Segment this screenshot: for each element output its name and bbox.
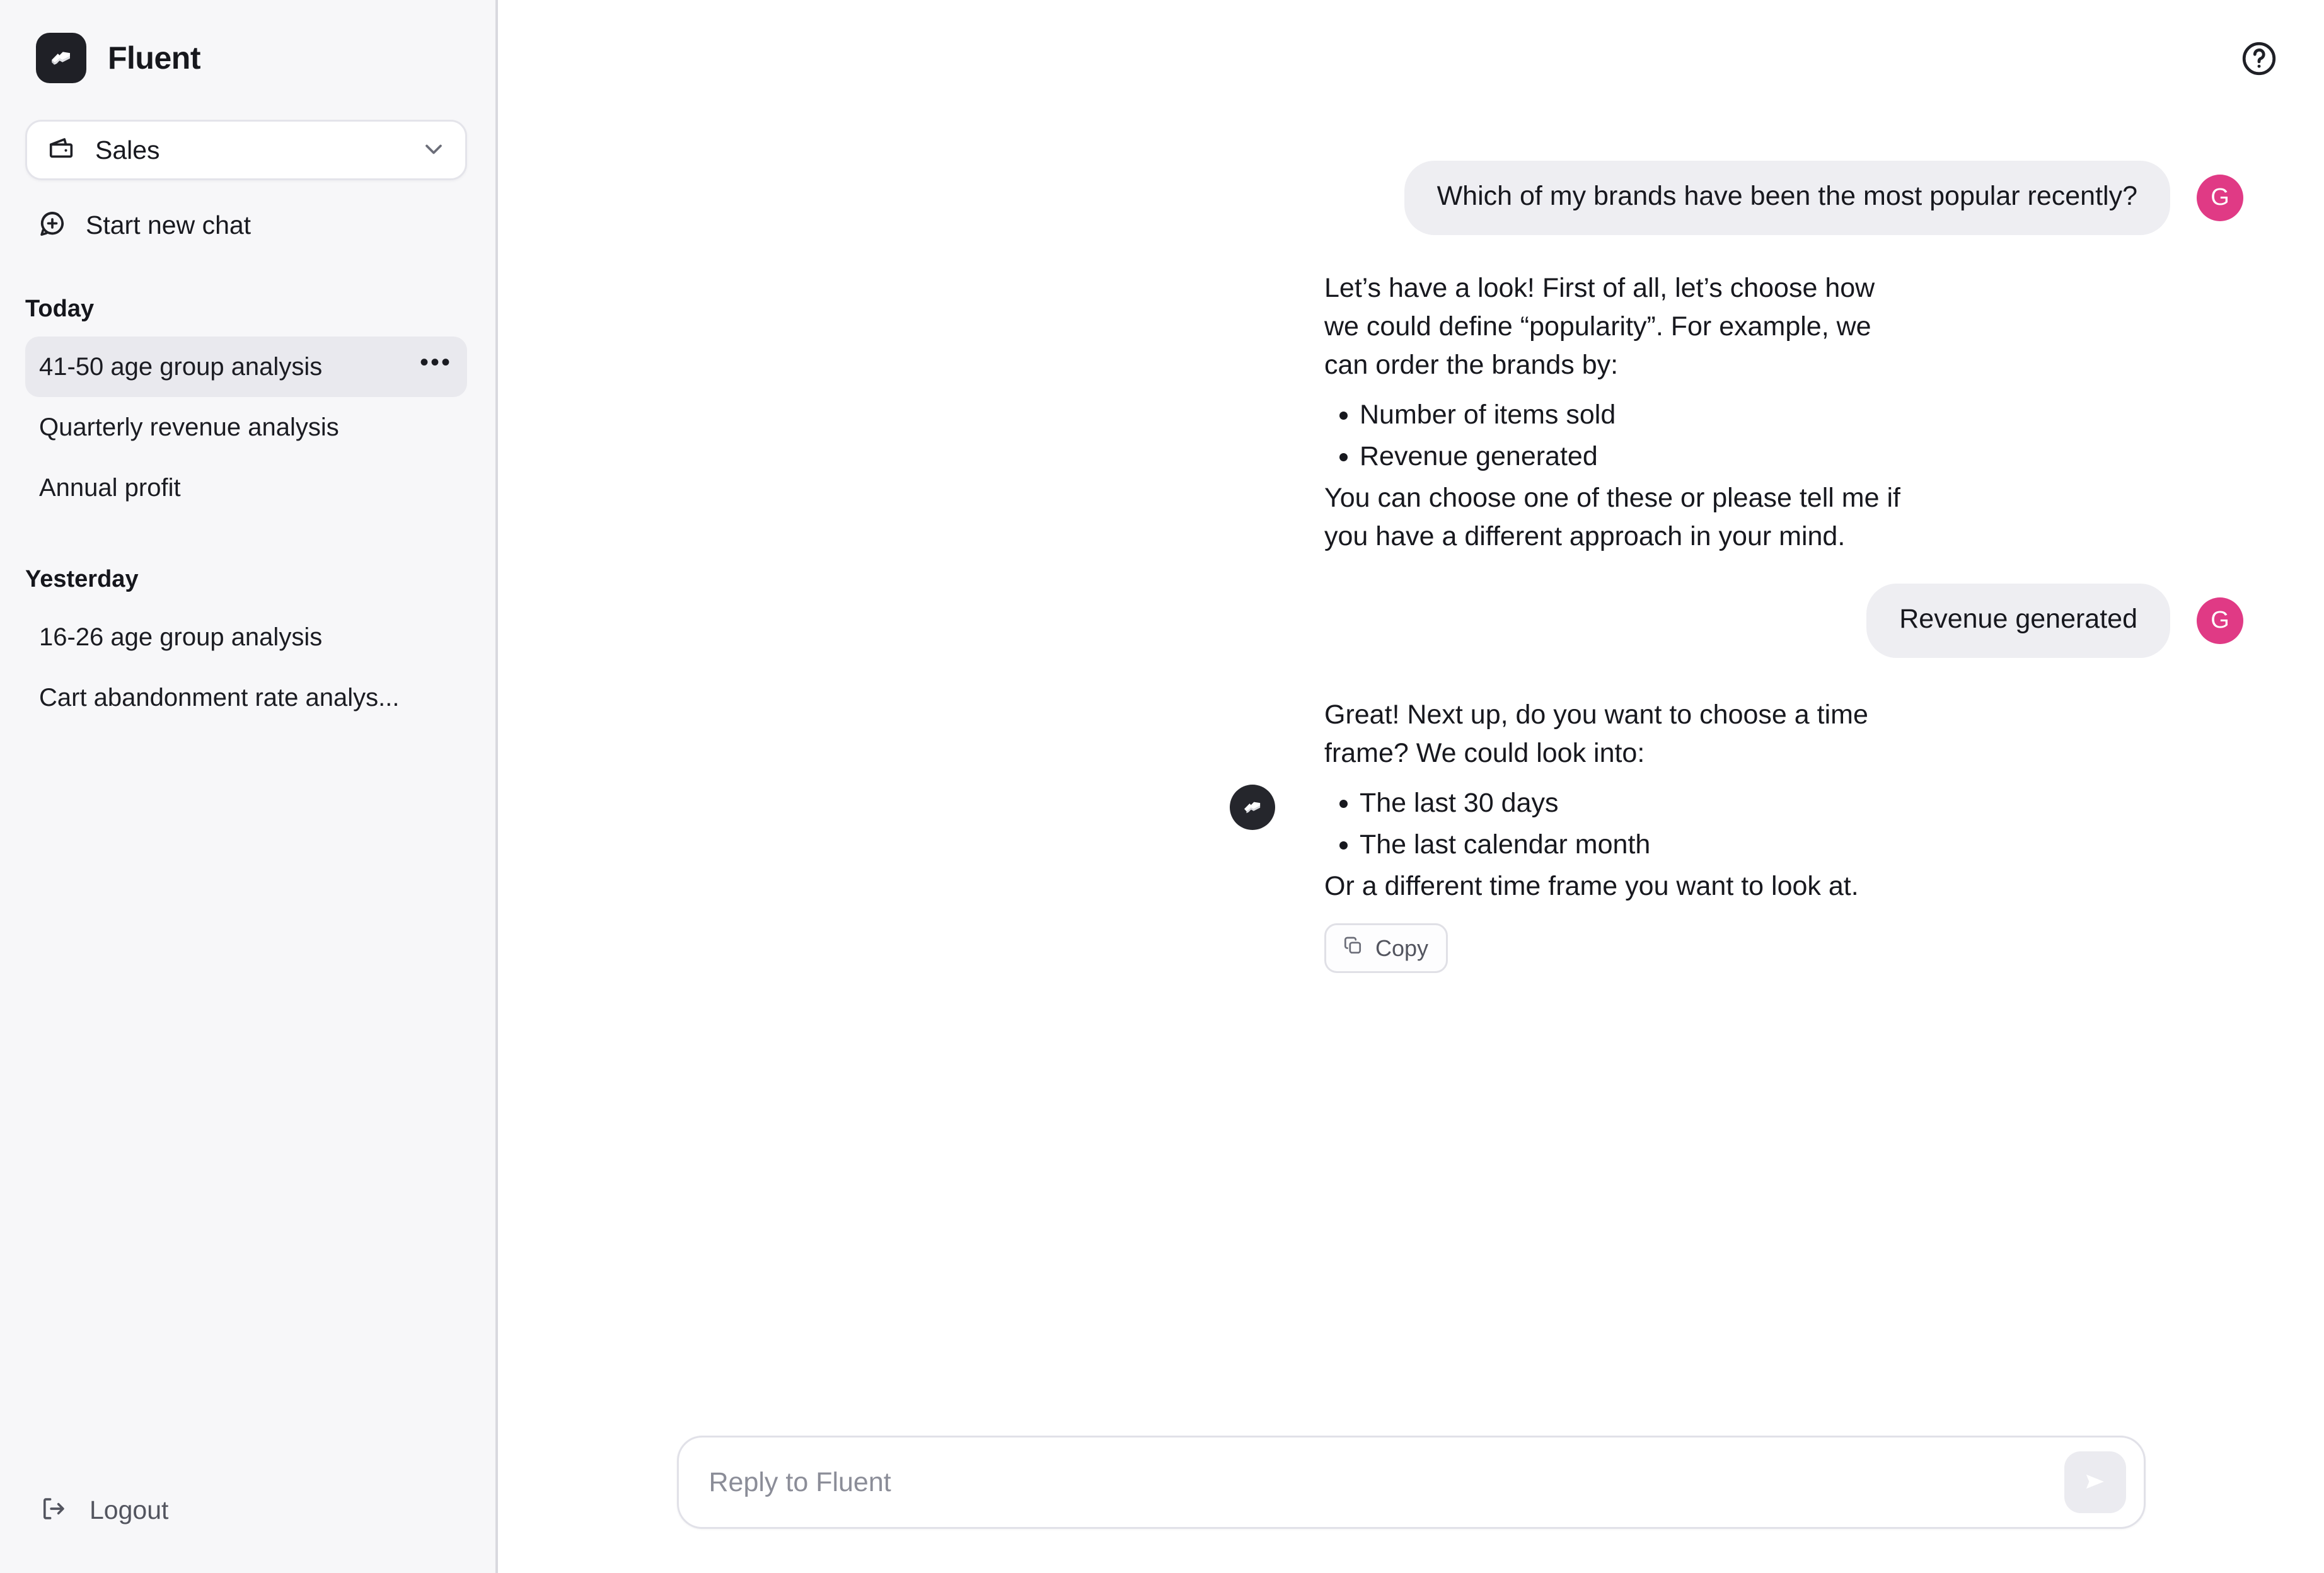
- start-new-chat-label: Start new chat: [86, 210, 251, 239]
- assistant-message-body: Great! Next up, do you want to choose a …: [498, 696, 1916, 974]
- message-user: Which of my brands have been the most po…: [498, 161, 2324, 235]
- message-assistant: Great! Next up, do you want to choose a …: [498, 696, 2324, 974]
- user-message-bubble: Which of my brands have been the most po…: [1404, 161, 2170, 235]
- list-item: The last 30 days: [1360, 784, 1916, 822]
- chat-item-annual-profit[interactable]: Annual profit: [25, 458, 467, 518]
- chat-item-title: Cart abandonment rate analys...: [39, 683, 400, 712]
- list-item: Number of items sold: [1360, 396, 1916, 434]
- avatar: G: [2197, 174, 2243, 221]
- assistant-bullet-list: Number of items sold Revenue generated: [1324, 396, 1916, 476]
- app-root: Fluent Sales Start new chat Today 41-50 …: [0, 0, 2324, 1573]
- logout-label: Logout: [90, 1495, 169, 1524]
- workspace-selector[interactable]: Sales: [25, 120, 467, 180]
- main-panel: Which of my brands have been the most po…: [498, 0, 2324, 1573]
- list-item: Revenue generated: [1360, 437, 1916, 476]
- send-button[interactable]: [2064, 1451, 2126, 1513]
- assistant-block: Great! Next up, do you want to choose a …: [498, 696, 1916, 974]
- chat-list-yesterday: 16-26 age group analysis Cart abandonmen…: [0, 607, 495, 728]
- chat-item-41-50-age-group-analysis[interactable]: 41-50 age group analysis •••: [25, 337, 467, 397]
- assistant-message-body: Let’s have a look! First of all, let’s c…: [498, 269, 1916, 556]
- assistant-intro-text: Let’s have a look! First of all, let’s c…: [1324, 272, 1875, 380]
- chat-item-title: 16-26 age group analysis: [39, 623, 323, 651]
- send-icon: [2079, 1466, 2111, 1499]
- composer[interactable]: [676, 1436, 2146, 1529]
- chat-item-16-26-age-group-analysis[interactable]: 16-26 age group analysis: [25, 607, 467, 667]
- chat-item-title: Annual profit: [39, 473, 181, 502]
- app-title: Fluent: [108, 40, 200, 76]
- assistant-outro-text: You can choose one of these or please te…: [1324, 482, 1900, 552]
- chat-item-cart-abandonment-rate-analysis[interactable]: Cart abandonment rate analys...: [25, 667, 467, 728]
- chevron-down-icon[interactable]: [420, 135, 448, 166]
- wallet-icon: [47, 134, 76, 166]
- user-message-bubble: Revenue generated: [1866, 584, 2170, 658]
- composer-area: [498, 1436, 2324, 1573]
- assistant-intro-text: Great! Next up, do you want to choose a …: [1324, 699, 1868, 768]
- workspace-label: Sales: [95, 135, 160, 164]
- sidebar: Fluent Sales Start new chat Today 41-50 …: [0, 0, 498, 1573]
- section-label-yesterday: Yesterday: [25, 566, 139, 592]
- ellipsis-icon[interactable]: •••: [420, 350, 452, 379]
- message-assistant: Let’s have a look! First of all, let’s c…: [498, 269, 2324, 830]
- copy-button[interactable]: Copy: [1324, 923, 1448, 974]
- brand: Fluent: [0, 0, 495, 83]
- avatar: G: [2197, 597, 2243, 644]
- fluent-chart-logo-icon: [36, 33, 86, 83]
- message-user: Revenue generated G: [498, 584, 2324, 658]
- copy-icon: [1341, 934, 1364, 962]
- start-new-chat-button[interactable]: Start new chat: [38, 203, 391, 248]
- logout-icon: [39, 1494, 68, 1526]
- chat-item-title: Quarterly revenue analysis: [39, 413, 339, 441]
- section-label-today: Today: [25, 296, 95, 322]
- chat-list-today: 41-50 age group analysis ••• Quarterly r…: [0, 337, 495, 518]
- reply-input[interactable]: [708, 1466, 2064, 1498]
- assistant-block: Let’s have a look! First of all, let’s c…: [498, 269, 1916, 830]
- logout-button[interactable]: Logout: [39, 1489, 304, 1531]
- assistant-bullet-list: The last 30 days The last calendar month: [1324, 784, 1916, 864]
- chat-plus-icon: [38, 209, 67, 241]
- copy-label: Copy: [1375, 935, 1429, 961]
- assistant-outro-text: Or a different time frame you want to lo…: [1324, 871, 1859, 902]
- chat-item-title: 41-50 age group analysis: [39, 352, 323, 381]
- list-item: The last calendar month: [1360, 826, 1916, 864]
- conversation: Which of my brands have been the most po…: [498, 0, 2324, 1436]
- chat-item-quarterly-revenue-analysis[interactable]: Quarterly revenue analysis: [25, 397, 467, 458]
